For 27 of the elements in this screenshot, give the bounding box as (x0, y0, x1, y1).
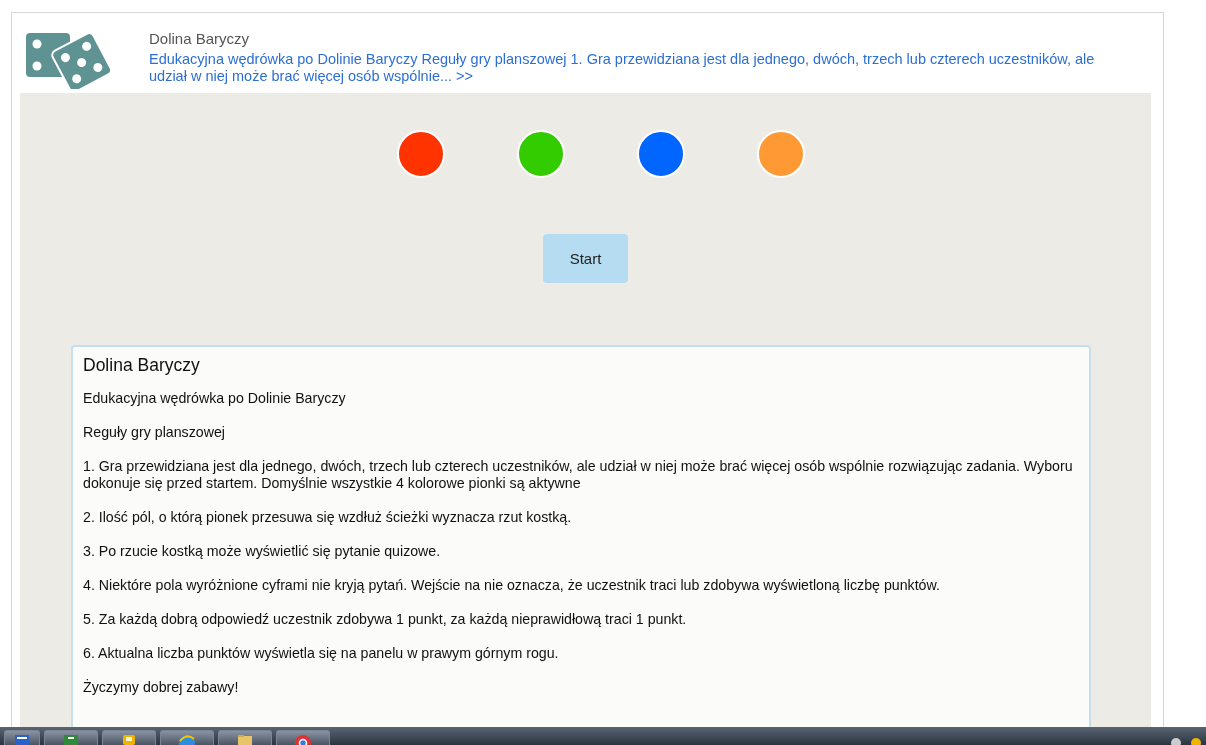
tray-icon (1190, 735, 1202, 745)
taskbar-button[interactable] (160, 730, 214, 745)
player-token[interactable] (396, 130, 445, 178)
summary-link[interactable]: Edukacyjna wędrówka po Dolinie Baryczy Reguły gry planszowej 1. Gra przewidziana jest dla jednego, dwóch, trzech lub czterech uczestników, ale udział w niej może brać więcej osób wspólnie... >> (149, 51, 1109, 85)
document-icon (14, 733, 30, 745)
rules-paragraph: 2. Ilość pól, o którą pionek przesuwa się wzdłuż ścieżki wyznacza rzut kostką. (83, 509, 573, 526)
rules-paragraph: Reguły gry planszowej (83, 424, 226, 441)
rules-paragraph: 4. Niektóre pola wyróżnione cyframi nie kryją pytań. Wejście na nie oznacza, że uczestnik traci lub zdobywa wyświetloną liczbę punktów. (83, 577, 941, 594)
rules-paragraph: 5. Za każdą dobrą odpowiedź uczestnik zdobywa 1 punkt, za każdą nieprawidłową traci 1 punkt. (83, 611, 688, 628)
note-icon (121, 733, 137, 745)
taskbar-button[interactable] (102, 730, 156, 745)
rules-paragraph: 3. Po rzucie kostką może wyświetlić się pytanie quizowe. (83, 543, 442, 560)
spreadsheet-icon (63, 733, 79, 745)
rules-paragraph: Edukacyjna wędrówka po Dolinie Baryczy (83, 390, 347, 407)
folder-icon (237, 733, 253, 745)
player-token[interactable] (636, 130, 685, 178)
rules-paragraph: 6. Aktualna liczba punktów wyświetla się na panelu w prawym górnym rogu. (83, 645, 560, 662)
globe-icon (179, 733, 195, 745)
rules-paragraph: 1. Gra przewidziana jest dla jednego, dwóch, trzech lub czterech uczestników, ale udział w niej może brać więcej osób wspólnie rozwiązując zadania. Wyboru dokonuje się przed startem. Domyślnie wszystkie 4 kolorowe pionki są aktywne (83, 458, 1074, 492)
taskbar-button[interactable] (4, 730, 40, 745)
start-button[interactable]: Start (543, 234, 628, 283)
app-title: Dolina Baryczy (149, 29, 251, 48)
rules-paragraph: Życzymy dobrej zabawy! (83, 679, 240, 696)
taskbar-button[interactable] (218, 730, 272, 745)
tray-icon (1170, 735, 1182, 745)
rules-title: Dolina Baryczy (83, 355, 201, 376)
taskbar-button[interactable] (276, 730, 330, 745)
